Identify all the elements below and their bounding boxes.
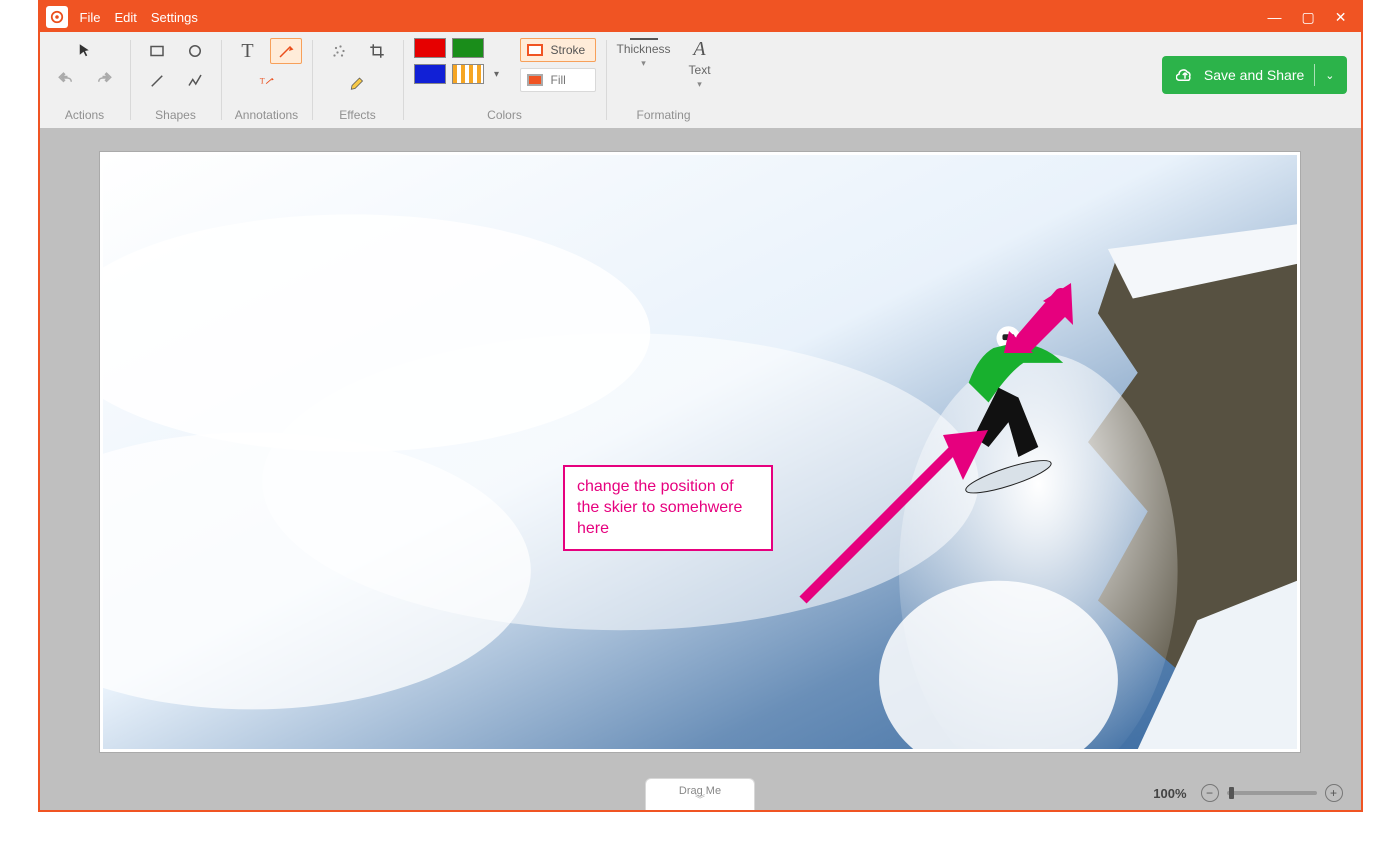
save-and-share-button[interactable]: Save and Share ⌄ [1162, 56, 1347, 94]
ellipse-tool[interactable] [179, 38, 211, 64]
group-actions-label: Actions [65, 104, 104, 128]
group-formatting: Thickness ▾ A Text ▾ Formating [617, 32, 711, 128]
group-effects-label: Effects [339, 104, 375, 128]
color-green[interactable] [452, 38, 484, 58]
text-format-icon: A [693, 38, 705, 61]
chevron-down-icon: ︾ [695, 797, 705, 805]
zoom-in-button[interactable]: + [1325, 784, 1343, 802]
rectangle-tool[interactable] [141, 38, 173, 64]
menu-edit[interactable]: Edit [114, 10, 136, 25]
chevron-down-icon: ▾ [697, 79, 702, 90]
highlighter-tool[interactable] [342, 68, 374, 94]
blur-tool[interactable] [323, 38, 355, 64]
text-format-dropdown[interactable]: A Text ▾ [689, 38, 711, 90]
group-colors-label: Colors [487, 104, 522, 128]
group-formatting-label: Formating [637, 104, 691, 128]
cloud-upload-icon [1176, 66, 1194, 84]
save-and-share-label: Save and Share [1204, 67, 1304, 83]
zoom-slider-thumb[interactable] [1229, 787, 1234, 799]
svg-text:T: T [259, 77, 264, 86]
stroke-icon [527, 44, 543, 56]
minimize-icon[interactable]: — [1268, 10, 1282, 24]
zoom-slider[interactable] [1227, 791, 1317, 795]
group-colors: ▾ Stroke Fill Colors [414, 32, 596, 128]
separator [130, 40, 131, 120]
color-custom[interactable] [452, 64, 484, 84]
stroke-button[interactable]: Stroke [520, 38, 596, 62]
thickness-label: Thickness [617, 42, 671, 56]
workarea: change the position of the skier to some… [40, 128, 1361, 776]
thickness-icon [630, 38, 658, 40]
group-annotations: T T Annotations [232, 32, 302, 128]
fill-label: Fill [551, 73, 566, 87]
ribbon: Actions [40, 32, 1361, 128]
text-format-label: Text [689, 63, 711, 77]
fill-button[interactable]: Fill [520, 68, 596, 92]
group-shapes: Shapes [141, 32, 211, 128]
pointer-tool[interactable] [69, 38, 101, 64]
statusbar: Drag Me ︾ 100% − + [40, 776, 1361, 810]
zoom-level: 100% [1153, 786, 1186, 801]
annotation-text: change the position of the skier to some… [577, 478, 742, 537]
separator [312, 40, 313, 120]
maximize-icon[interactable]: ▢ [1302, 10, 1315, 24]
window-controls: — ▢ ✕ [1268, 10, 1361, 24]
crop-tool[interactable] [361, 38, 393, 64]
menu-settings[interactable]: Settings [151, 10, 198, 25]
thickness-dropdown[interactable]: Thickness ▾ [617, 38, 671, 90]
group-shapes-label: Shapes [155, 104, 196, 128]
app-logo-icon [46, 6, 68, 28]
color-blue[interactable] [414, 64, 446, 84]
menu-file[interactable]: File [80, 10, 101, 25]
menu-bar: File Edit Settings [80, 10, 198, 25]
line-tool[interactable] [141, 68, 173, 94]
separator [1314, 64, 1315, 86]
separator [221, 40, 222, 120]
annotation-text-box[interactable]: change the position of the skier to some… [563, 465, 773, 551]
more-colors-icon[interactable]: ▾ [490, 69, 504, 80]
drag-me-handle[interactable]: Drag Me ︾ [645, 778, 755, 810]
separator [403, 40, 404, 120]
titlebar: File Edit Settings — ▢ ✕ [40, 2, 1361, 32]
close-icon[interactable]: ✕ [1335, 10, 1347, 24]
group-effects: Effects [323, 32, 393, 128]
polyline-tool[interactable] [179, 68, 211, 94]
canvas[interactable]: change the position of the skier to some… [100, 152, 1300, 752]
canvas-image [103, 155, 1297, 749]
color-red[interactable] [414, 38, 446, 58]
chevron-down-icon: ▾ [641, 58, 646, 69]
text-tool[interactable]: T [232, 38, 264, 64]
zoom-out-button[interactable]: − [1201, 784, 1219, 802]
arrow-tool[interactable] [270, 38, 302, 64]
group-actions: Actions [50, 32, 120, 128]
app-window: File Edit Settings — ▢ ✕ [38, 0, 1363, 812]
chevron-down-icon[interactable]: ⌄ [1325, 69, 1334, 82]
group-annotations-label: Annotations [235, 104, 298, 128]
redo-button[interactable] [88, 68, 120, 94]
text-arrow-tool[interactable]: T [246, 68, 288, 94]
fill-icon [527, 74, 543, 86]
undo-button[interactable] [50, 68, 82, 94]
stroke-label: Stroke [551, 43, 586, 57]
separator [606, 40, 607, 120]
